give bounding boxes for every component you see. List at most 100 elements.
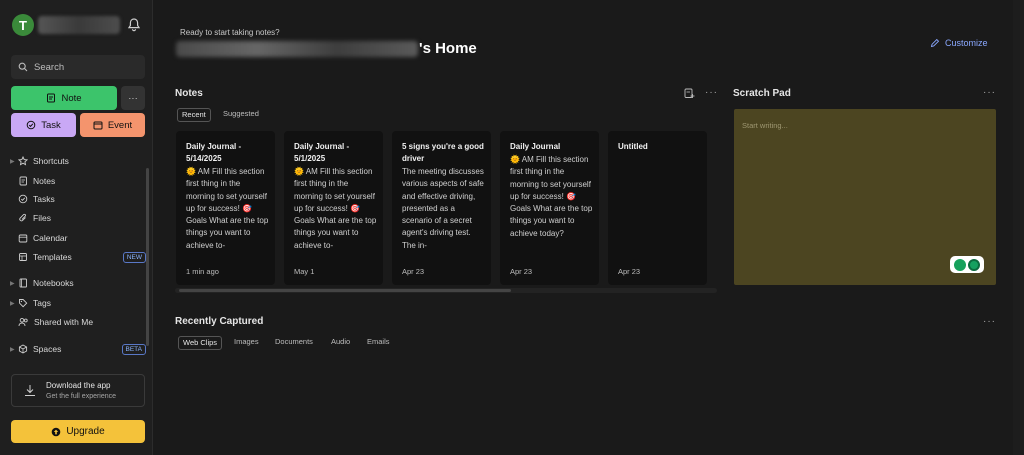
- note-card-title: Daily Journal - 5/14/2025: [186, 142, 242, 163]
- note-card-date: May 1: [294, 267, 315, 276]
- download-subtitle: Get the full experience: [46, 393, 117, 400]
- customize-label: Customize: [945, 38, 988, 48]
- account-name-blurred[interactable]: [38, 16, 120, 34]
- note-plus-icon: [47, 93, 56, 103]
- sidebar-item-label: Shared with Me: [34, 317, 94, 327]
- star-icon: [18, 156, 28, 166]
- note-card[interactable]: Daily Journal - 5/14/2025 🌞 AM Fill this…: [176, 131, 275, 285]
- new-note-button[interactable]: Note: [11, 86, 117, 110]
- sidebar-scrollbar[interactable]: [146, 168, 149, 346]
- tab-documents[interactable]: Documents: [271, 336, 317, 350]
- expand-caret-icon[interactable]: ▶: [10, 158, 18, 165]
- cube-icon: [18, 344, 28, 354]
- tab-emails[interactable]: Emails: [363, 336, 394, 350]
- expand-caret-icon[interactable]: ▶: [10, 280, 18, 287]
- calendar-icon: [18, 234, 28, 243]
- lightbulb-icon[interactable]: [954, 258, 966, 271]
- notes-horizontal-scrollbar[interactable]: [175, 288, 717, 293]
- page-title: 's Home: [419, 40, 477, 57]
- search-placeholder: Search: [34, 61, 65, 73]
- avatar[interactable]: T: [12, 14, 34, 36]
- expand-caret-icon[interactable]: ▶: [10, 346, 18, 353]
- tag-icon: [19, 299, 28, 308]
- home-kicker: Ready to start taking notes?: [180, 28, 280, 37]
- check-circle-icon: [18, 194, 28, 204]
- bell-icon[interactable]: [126, 17, 142, 33]
- note-card[interactable]: 5 signs you're a good driver The meeting…: [392, 131, 491, 285]
- note-icon: [19, 176, 27, 186]
- scratch-placeholder: Start writing...: [742, 121, 788, 130]
- scrollbar-thumb[interactable]: [179, 289, 511, 292]
- note-label: Note: [61, 92, 82, 104]
- pencil-icon: [930, 38, 940, 48]
- search-input[interactable]: Search: [11, 55, 145, 79]
- event-label: Event: [107, 119, 133, 131]
- new-task-button[interactable]: Task: [11, 113, 76, 137]
- new-badge: NEW: [122, 251, 146, 263]
- note-card-snippet: [618, 154, 702, 240]
- sidebar-item-notebooks[interactable]: ▶ Notebooks: [10, 275, 146, 291]
- grammarly-icon[interactable]: [968, 258, 980, 271]
- sidebar-item-templates[interactable]: Templates NEW: [10, 249, 146, 265]
- sidebar-item-shared-with-me[interactable]: Shared with Me: [10, 314, 146, 330]
- new-event-button[interactable]: Event: [80, 113, 145, 137]
- upgrade-button[interactable]: Upgrade: [11, 420, 145, 443]
- user-name-blurred: [176, 41, 418, 57]
- note-card-title: 5 signs you're a good driver: [402, 142, 484, 163]
- main-vertical-scrollbar[interactable]: [1013, 0, 1024, 455]
- sidebar-item-label: Files: [33, 213, 51, 223]
- note-card-date: Apr 23: [510, 267, 533, 276]
- tab-audio[interactable]: Audio: [327, 336, 354, 350]
- download-icon: [25, 385, 35, 396]
- sidebar-item-shortcuts[interactable]: ▶ Shortcuts: [10, 153, 146, 169]
- tab-web-clips[interactable]: Web Clips: [178, 336, 223, 350]
- sidebar-item-files[interactable]: Files: [10, 210, 146, 226]
- sidebar-item-notes[interactable]: Notes: [10, 173, 146, 189]
- note-card-title: Daily Journal: [510, 142, 561, 151]
- more-options-button[interactable]: ···: [121, 86, 145, 110]
- sidebar-item-tags[interactable]: ▶ Tags: [10, 295, 146, 311]
- note-card-date: Apr 23: [618, 267, 641, 276]
- beta-badge: BETA: [121, 343, 146, 355]
- note-card-title: Untitled: [618, 142, 648, 151]
- sidebar-item-label: Tasks: [33, 194, 55, 204]
- note-card-date: Apr 23: [402, 267, 425, 276]
- recently-captured-title: Recently Captured: [175, 316, 264, 327]
- expand-caret-icon[interactable]: ▶: [10, 300, 18, 307]
- people-icon: [18, 317, 28, 327]
- scratch-pad-textarea[interactable]: Start writing...: [734, 109, 996, 285]
- new-note-icon[interactable]: [684, 88, 695, 99]
- tab-recent[interactable]: Recent: [177, 108, 211, 122]
- download-app-banner[interactable]: Download the app Get the full experience: [11, 374, 145, 407]
- tab-suggested[interactable]: Suggested: [219, 108, 263, 122]
- task-check-icon: [26, 120, 36, 130]
- grammarly-widget[interactable]: [950, 256, 984, 273]
- tab-images[interactable]: Images: [230, 336, 263, 350]
- sidebar-item-label: Shortcuts: [33, 156, 69, 166]
- paperclip-icon: [19, 213, 26, 222]
- note-card[interactable]: Daily Journal - 5/1/2025 🌞 AM Fill this …: [284, 131, 383, 285]
- sidebar-item-label: Notes: [33, 176, 56, 186]
- calendar-plus-icon: [93, 121, 103, 130]
- sidebar-item-label: Spaces: [33, 344, 62, 354]
- note-card-title: Daily Journal - 5/1/2025: [294, 142, 350, 163]
- notes-section-title[interactable]: Notes: [175, 88, 203, 99]
- sidebar-item-tasks[interactable]: Tasks: [10, 191, 146, 207]
- recent-more-icon[interactable]: ···: [983, 316, 996, 327]
- note-card[interactable]: Untitled: [608, 131, 707, 285]
- scratch-more-icon[interactable]: ···: [983, 87, 996, 98]
- note-card-date: 1 min ago: [186, 267, 219, 276]
- notebook-icon: [19, 278, 27, 288]
- customize-button[interactable]: Customize: [930, 38, 988, 48]
- task-label: Task: [41, 119, 61, 131]
- template-icon: [19, 253, 27, 261]
- sidebar-item-spaces[interactable]: ▶ Spaces BETA: [10, 341, 146, 357]
- note-card-snippet: 🌞 AM Fill this section first thing in th…: [294, 167, 377, 250]
- sidebar-item-calendar[interactable]: Calendar: [10, 230, 146, 246]
- sidebar-item-label: Templates: [33, 252, 72, 262]
- note-card-snippet: The meeting discusses various aspects of…: [402, 167, 484, 250]
- note-card[interactable]: Daily Journal 🌞 AM Fill this section fir…: [500, 131, 599, 285]
- note-card-snippet: 🌞 AM Fill this section first thing in th…: [186, 167, 269, 250]
- notes-more-icon[interactable]: ···: [705, 87, 718, 98]
- note-card-snippet: 🌞 AM Fill this section first thing in th…: [510, 155, 593, 238]
